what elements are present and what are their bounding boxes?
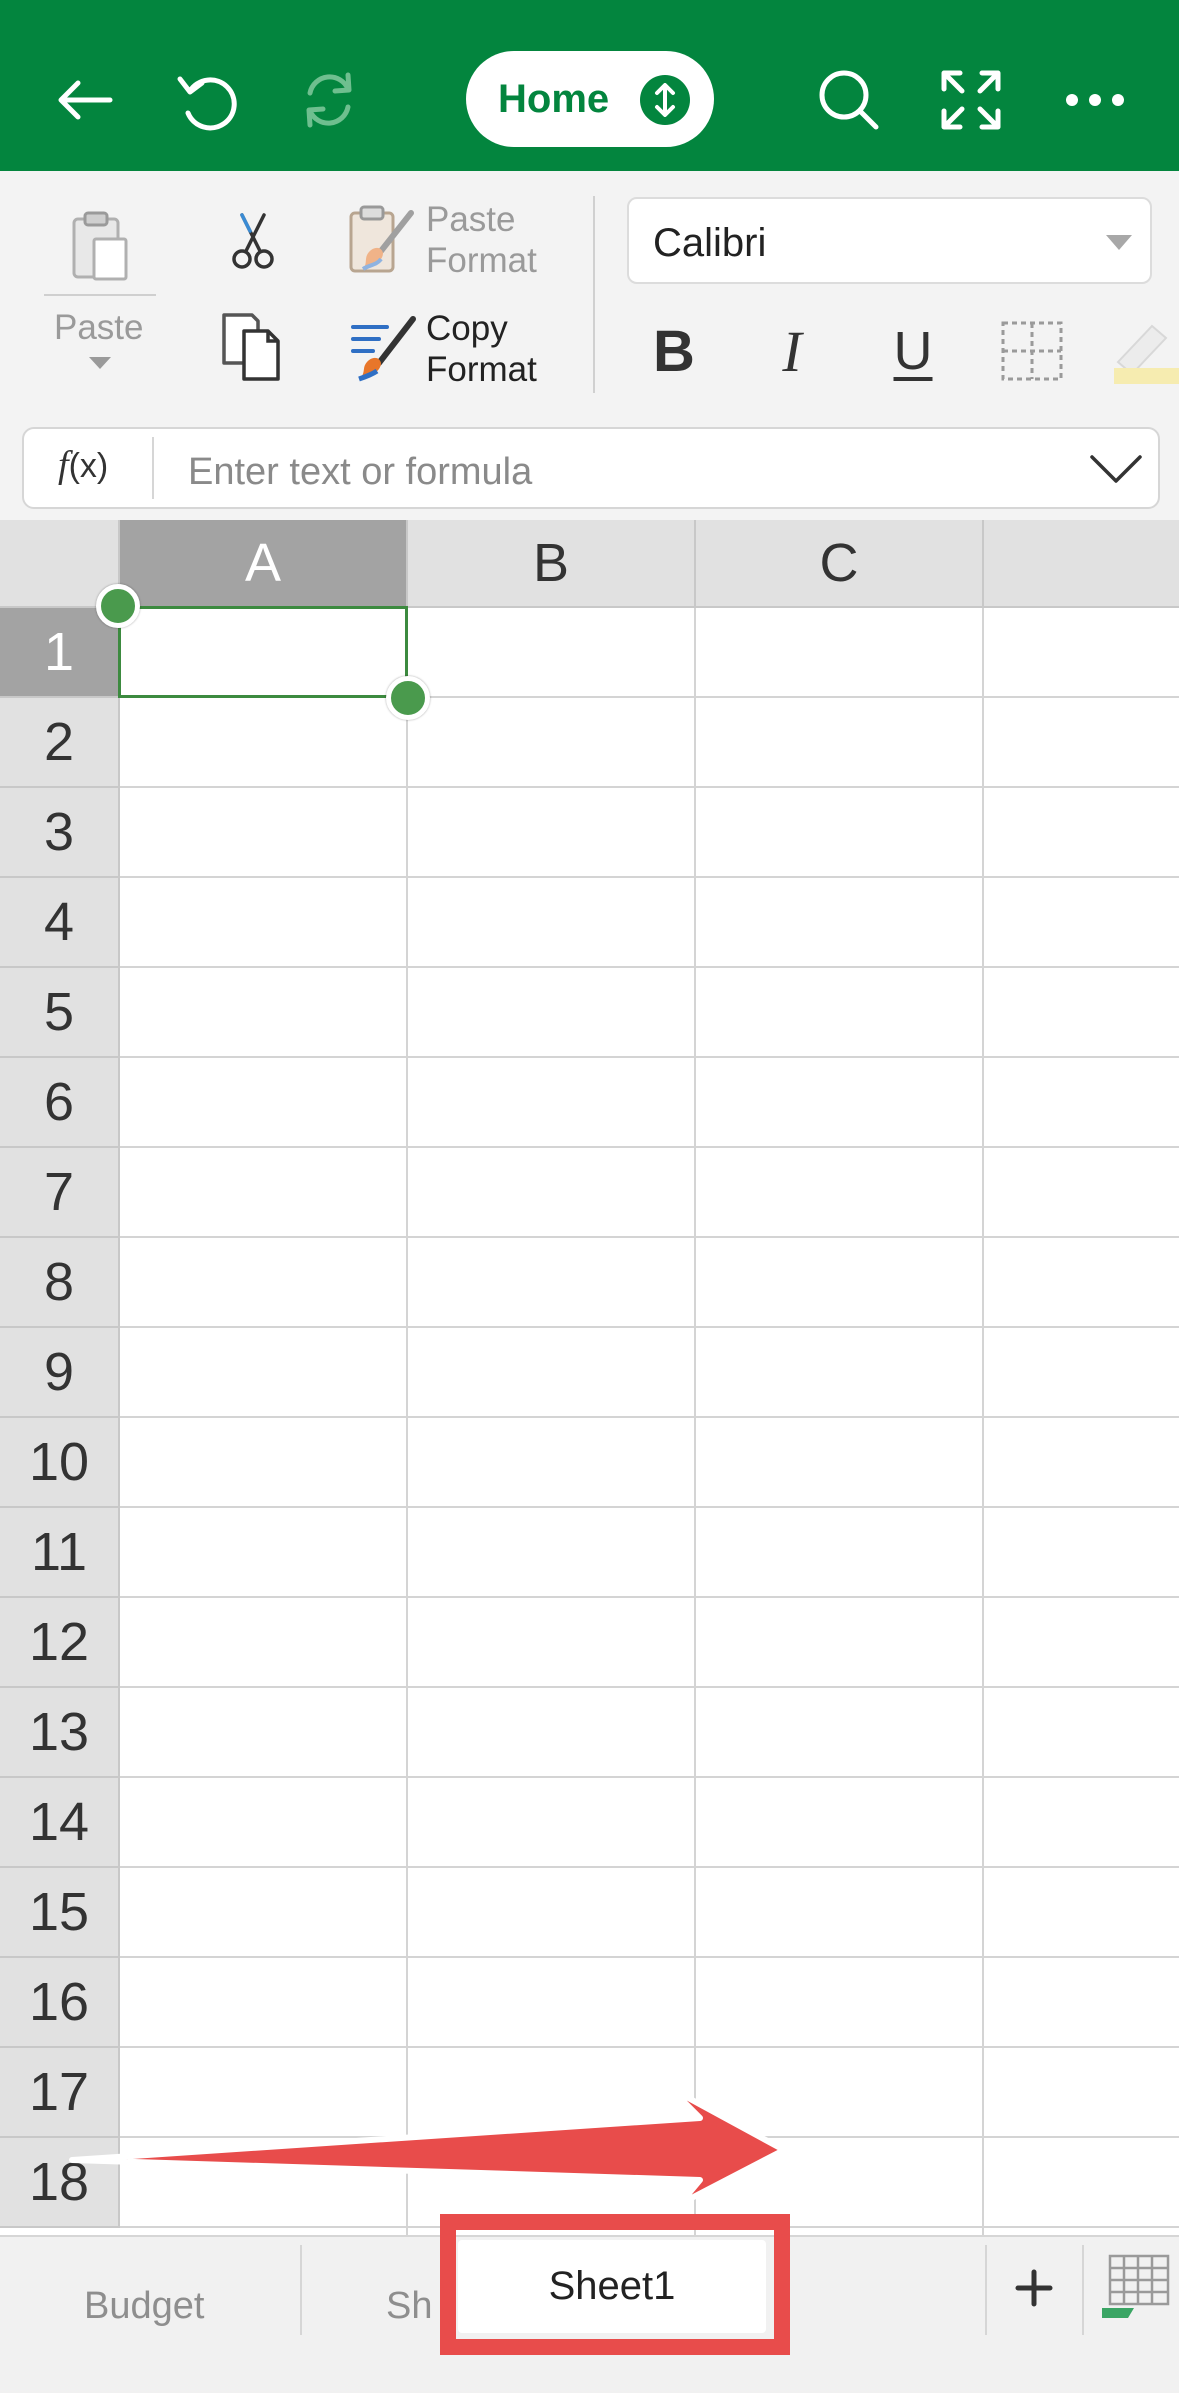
undo-icon[interactable] — [160, 55, 250, 145]
font-dropdown-caret-icon — [1106, 235, 1132, 250]
italic-label: I — [782, 318, 802, 384]
row-header[interactable]: 8 — [0, 1238, 120, 1328]
paste-divider — [44, 294, 156, 296]
formula-bar-separator — [152, 437, 154, 499]
paste-format-label-line2[interactable]: Format — [426, 240, 537, 281]
underline-button[interactable]: U — [873, 311, 953, 391]
row-header[interactable]: 3 — [0, 788, 120, 878]
underline-label: U — [893, 321, 933, 381]
row-header[interactable]: 13 — [0, 1688, 120, 1778]
switch-ribbon-icon — [640, 75, 690, 125]
selected-cell-a1[interactable] — [118, 606, 408, 698]
column-header-a[interactable]: A — [120, 520, 408, 608]
cut-scissors-icon[interactable] — [220, 206, 286, 276]
chevron-down-icon[interactable] — [1088, 443, 1144, 498]
row-header[interactable]: 6 — [0, 1058, 120, 1148]
row-header[interactable]: 12 — [0, 1598, 120, 1688]
highlight-icon[interactable] — [1108, 311, 1179, 391]
redo-icon[interactable] — [284, 55, 374, 145]
selection-handle-top-left[interactable] — [96, 584, 140, 628]
paste-format-icon[interactable] — [346, 201, 420, 281]
sheet-tab-budget[interactable]: Budget — [84, 2285, 204, 2328]
cell-area[interactable] — [120, 608, 1179, 2235]
fx-x: (x) — [68, 447, 109, 485]
column-header-d[interactable]: D — [984, 520, 1179, 608]
row-header[interactable]: 17 — [0, 2048, 120, 2138]
fx-f: f — [58, 444, 69, 486]
home-ribbon-switcher[interactable]: Home — [466, 51, 714, 147]
italic-button[interactable]: I — [752, 311, 832, 391]
row-header[interactable]: 4 — [0, 878, 120, 968]
font-name-dropdown[interactable]: Calibri — [627, 197, 1152, 284]
tab-separator — [985, 2245, 987, 2335]
more-icon[interactable] — [1050, 55, 1140, 145]
row-header[interactable]: 15 — [0, 1868, 120, 1958]
tab-separator — [300, 2245, 302, 2335]
copy-format-label-line2[interactable]: Format — [426, 349, 537, 390]
column-header-c[interactable]: C — [696, 520, 984, 608]
row-header[interactable]: 16 — [0, 1958, 120, 2048]
search-icon[interactable] — [804, 55, 894, 145]
row-header[interactable]: 9 — [0, 1328, 120, 1418]
function-fx-icon[interactable]: f(x) — [58, 443, 108, 487]
borders-icon[interactable] — [992, 311, 1072, 391]
row-header[interactable]: 5 — [0, 968, 120, 1058]
row-header[interactable]: 7 — [0, 1148, 120, 1238]
row-header[interactable]: 14 — [0, 1778, 120, 1868]
row-header[interactable]: 2 — [0, 698, 120, 788]
row-header[interactable]: 10 — [0, 1418, 120, 1508]
paste-clipboard-icon[interactable] — [62, 206, 138, 286]
bold-label: B — [653, 318, 695, 384]
copy-icon[interactable] — [214, 309, 290, 385]
copy-format-brush-icon[interactable] — [346, 311, 420, 387]
sheet-view-grid-icon[interactable] — [1098, 2246, 1170, 2328]
ribbon-divider — [593, 196, 595, 393]
paste-format-label-line1[interactable]: Paste — [426, 199, 516, 240]
formula-input[interactable]: Enter text or formula — [188, 451, 532, 494]
row-header[interactable]: 18 — [0, 2138, 120, 2228]
spreadsheet-grid[interactable]: A B C D 1 2 3 4 5 6 7 8 9 10 11 12 13 14… — [0, 520, 1179, 2235]
paste-dropdown-caret-icon[interactable] — [89, 357, 111, 369]
top-toolbar: Home — [0, 0, 1179, 171]
bold-button[interactable]: B — [634, 311, 714, 391]
font-name-value: Calibri — [653, 221, 767, 265]
home-ribbon: Paste Paste Format Copy Format Calibri B… — [0, 171, 1179, 416]
tab-separator — [1082, 2245, 1084, 2335]
paste-label[interactable]: Paste — [54, 307, 144, 348]
row-header[interactable]: 11 — [0, 1508, 120, 1598]
sheet-tab-sh[interactable]: Sh — [386, 2285, 432, 2328]
selection-handle-bottom-right[interactable] — [386, 676, 430, 720]
column-header-b[interactable]: B — [408, 520, 696, 608]
add-sheet-plus-icon[interactable] — [1000, 2254, 1068, 2322]
back-arrow-icon[interactable] — [40, 55, 130, 145]
home-label: Home — [498, 76, 610, 121]
copy-format-label-line1[interactable]: Copy — [426, 308, 508, 349]
formula-bar[interactable]: f(x) Enter text or formula — [22, 427, 1160, 509]
annotation-highlight-box — [440, 2214, 790, 2355]
fullscreen-icon[interactable] — [926, 55, 1016, 145]
